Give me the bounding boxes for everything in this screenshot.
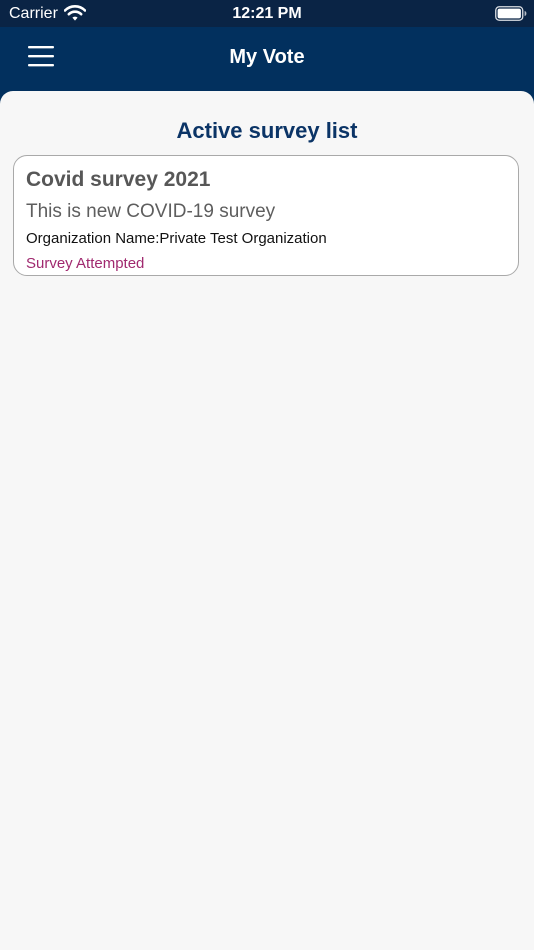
battery-icon (495, 6, 527, 21)
survey-title: Covid survey 2021 (26, 168, 211, 191)
survey-status: Survey Attempted (26, 255, 145, 272)
navigation-bar: My Vote (0, 27, 534, 99)
status-time: 12:21 PM (232, 5, 302, 22)
survey-card[interactable]: Covid survey 2021 This is new COVID-19 s… (13, 155, 519, 276)
section-title: Active survey list (176, 118, 358, 143)
status-bar: Carrier 12:21 PM (0, 0, 534, 27)
main-content: Active survey list Covid survey 2021 Thi… (0, 91, 534, 950)
survey-organization: Organization Name:Private Test Organizat… (26, 230, 327, 247)
page-title: My Vote (229, 46, 305, 68)
survey-description: This is new COVID-19 survey (26, 201, 276, 222)
